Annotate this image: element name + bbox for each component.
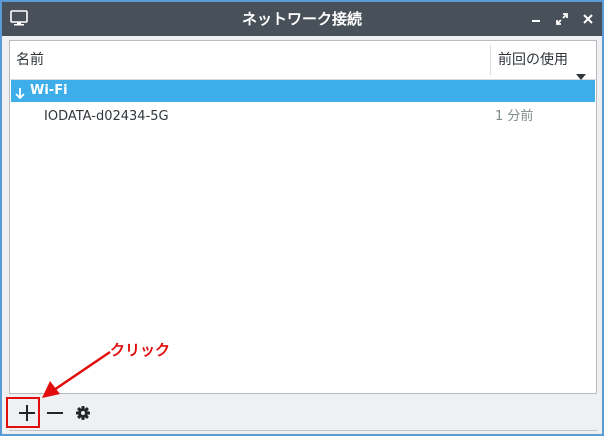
close-icon[interactable] — [580, 11, 596, 27]
title-bar[interactable]: ネットワーク接続 — [2, 2, 602, 36]
minimize-icon[interactable] — [528, 11, 544, 27]
callout-arrow-icon — [38, 350, 112, 404]
group-row-wifi[interactable]: Wi-Fi — [11, 80, 595, 102]
list-header: 名前 前回の使用 — [10, 41, 596, 80]
connection-list[interactable]: 名前 前回の使用 Wi-Fi IODATA-d02434-5G 1 分前 — [9, 40, 597, 394]
gear-icon[interactable] — [71, 401, 95, 425]
column-header-name[interactable]: 名前 — [16, 41, 44, 79]
window-title: ネットワーク接続 — [241, 10, 362, 28]
column-header-last-used-label: 前回の使用 — [498, 52, 568, 68]
connection-last-used: 1 分前 — [495, 109, 534, 124]
callout-text: クリック — [110, 341, 171, 359]
group-label: Wi-Fi — [30, 83, 68, 98]
connection-name: IODATA-d02434-5G — [44, 109, 169, 124]
maximize-icon[interactable] — [554, 11, 570, 27]
divider — [9, 430, 597, 431]
minus-icon[interactable] — [43, 401, 67, 425]
column-header-last-used[interactable]: 前回の使用 — [491, 41, 596, 80]
highlight-box — [6, 397, 40, 428]
list-item[interactable]: IODATA-d02434-5G 1 分前 — [11, 105, 595, 129]
expanded-arrow-icon — [14, 85, 26, 107]
